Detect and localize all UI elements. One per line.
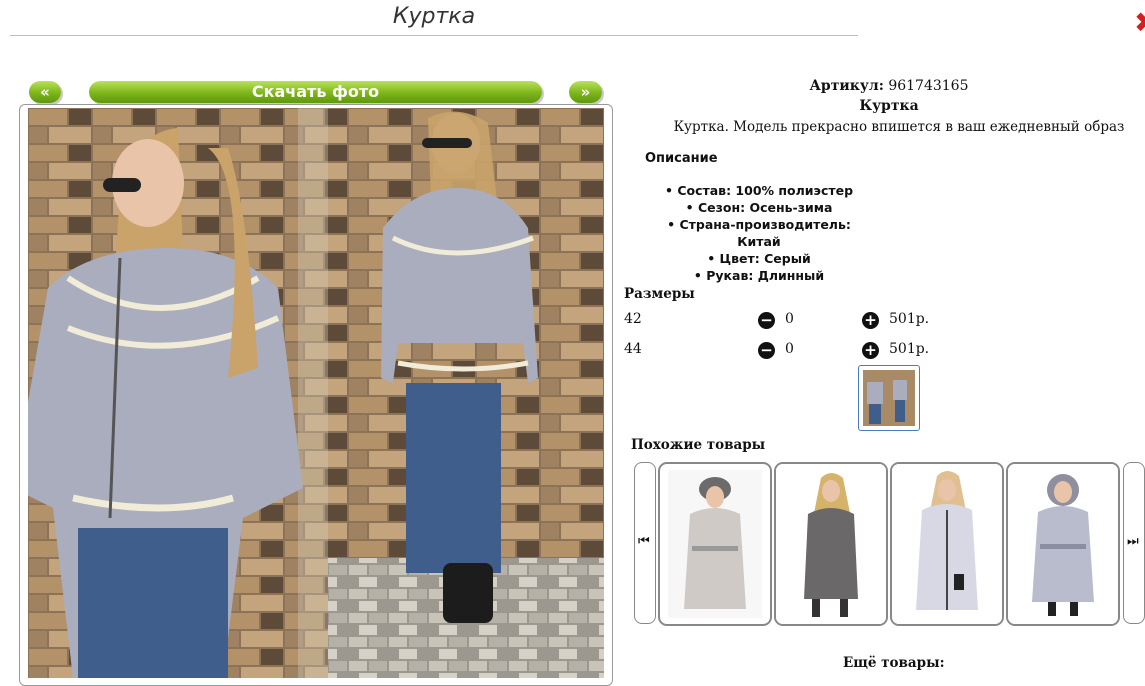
similar-heading: Похожие товары (631, 437, 766, 453)
size-price: 501р. (889, 311, 930, 327)
spec-item: Состав: 100% полиэстер (645, 182, 873, 199)
similar-next-button[interactable]: ⏭ (1123, 462, 1145, 624)
similar-product-card[interactable] (1006, 462, 1120, 626)
similar-prev-button[interactable]: ⏮ (634, 462, 656, 624)
sku-label: Артикул: (809, 78, 884, 94)
skip-forward-icon: ⏭ (1127, 534, 1139, 549)
main-photo-frame (19, 104, 613, 686)
description-heading: Описание (645, 151, 718, 166)
decrease-qty-button[interactable]: − (758, 312, 775, 329)
similar-product-card[interactable] (890, 462, 1004, 626)
increase-qty-button[interactable]: + (862, 312, 879, 329)
decrease-qty-button[interactable]: − (758, 342, 775, 359)
size-row: 42 − 0 + 501р. (624, 311, 944, 331)
product-description: Куртка. Модель прекрасно впишется в ваш … (673, 119, 1125, 135)
size-price: 501р. (889, 341, 930, 357)
sku-line: Артикул: 961743165 (624, 78, 1145, 94)
page-title: Куртка (392, 4, 476, 29)
spec-item: Сезон: Осень-зима (645, 199, 873, 216)
spec-item: Цвет: Серый (645, 250, 873, 267)
spec-item: Рукав: Длинный (645, 267, 873, 284)
spec-list: Состав: 100% полиэстер Сезон: Осень-зима… (645, 182, 873, 284)
similar-product-card[interactable] (658, 462, 772, 626)
download-photo-button[interactable]: Скачать фото (89, 81, 542, 103)
increase-qty-button[interactable]: + (862, 342, 879, 359)
spec-item: Страна-производитель: Китай (645, 216, 873, 250)
close-icon[interactable]: ✖ (1134, 10, 1145, 36)
size-label: 42 (624, 311, 642, 327)
product-name: Куртка (859, 98, 919, 114)
quantity-value: 0 (785, 341, 794, 357)
size-label: 44 (624, 341, 642, 357)
skip-back-icon: ⏮ (638, 534, 650, 549)
sizes-heading: Размеры (624, 286, 695, 302)
main-product-photo[interactable] (28, 108, 604, 678)
next-photo-button[interactable]: » (569, 81, 602, 103)
prev-photo-button[interactable]: « (29, 81, 61, 103)
similar-product-card[interactable] (774, 462, 888, 626)
title-divider (10, 35, 858, 36)
size-row: 44 − 0 + 501р. (624, 341, 944, 361)
sku-value: 961743165 (888, 78, 969, 94)
more-products-heading: Ещё товары: (843, 655, 945, 671)
photo-thumbnail[interactable] (858, 365, 920, 431)
quantity-value: 0 (785, 311, 794, 327)
